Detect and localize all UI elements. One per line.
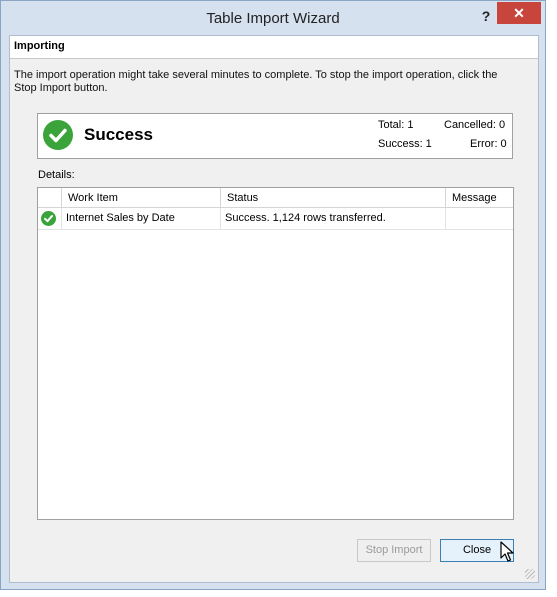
window-title: Table Import Wizard — [206, 10, 340, 27]
check-circle-icon — [43, 120, 73, 150]
help-button[interactable]: ? — [477, 7, 495, 25]
import-description: The import operation might take several … — [14, 69, 498, 94]
page-title: Importing — [14, 40, 65, 52]
column-header-status[interactable]: Status — [221, 188, 446, 208]
success-count: Success: 1 — [378, 138, 432, 150]
column-header-icon — [38, 188, 62, 208]
window-close-button[interactable]: ✕ — [497, 2, 541, 24]
status-cell: Success. 1,124 rows transferred. — [221, 208, 446, 229]
check-circle-icon — [41, 211, 56, 226]
wizard-client-area: Importing The import operation might tak… — [9, 35, 539, 583]
status-summary-panel: Success Total: 1 Cancelled: 0 Success: 1… — [37, 113, 513, 159]
column-header-work-item[interactable]: Work Item — [62, 188, 221, 208]
total-count: Total: 1 — [378, 119, 414, 131]
mouse-pointer-icon — [500, 541, 514, 566]
row-status-cell — [38, 208, 62, 229]
column-header-message[interactable]: Message — [446, 188, 513, 208]
table-import-wizard-window: Table Import Wizard ? ✕ Importing The im… — [0, 0, 546, 590]
work-item-cell: Internet Sales by Date — [62, 208, 221, 229]
resize-grip-icon[interactable] — [525, 569, 535, 579]
details-grid[interactable]: Work Item Status Message Internet Sales … — [37, 187, 514, 520]
cancelled-count: Cancelled: 0 — [444, 119, 506, 131]
table-row[interactable]: Internet Sales by Date Success. 1,124 ro… — [38, 208, 513, 230]
message-cell — [446, 208, 513, 229]
details-label: Details: — [38, 169, 75, 181]
page-header: Importing — [10, 36, 538, 59]
title-bar: Table Import Wizard ? ✕ — [1, 1, 545, 35]
error-count: Error: 0 — [470, 138, 507, 150]
stop-import-button[interactable]: Stop Import — [357, 539, 431, 562]
status-label: Success — [84, 125, 153, 144]
